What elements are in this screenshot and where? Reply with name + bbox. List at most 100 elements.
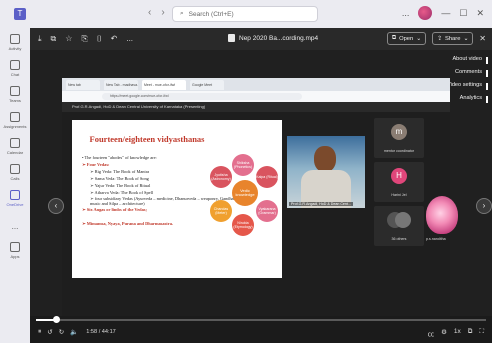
phone-icon	[10, 164, 20, 174]
share-button[interactable]: ⇪ Share ⌄	[432, 32, 474, 45]
rail-item-teams[interactable]: Teams	[0, 86, 30, 103]
forward-10-icon[interactable]: ↻	[59, 328, 64, 336]
undo-icon[interactable]: ↶	[111, 34, 118, 44]
participant-avatar: H	[391, 168, 407, 184]
more-apps-icon: ...	[11, 222, 19, 231]
rename-icon[interactable]: ⌷	[97, 34, 102, 44]
rail-item-calendar[interactable]: Calendar	[0, 138, 30, 155]
slide-circle: Jyotisha (Astronomy)	[210, 166, 232, 188]
back-arrow-icon[interactable]: ‹	[148, 7, 161, 18]
participant-photo-flower	[426, 196, 458, 234]
player-controls: ⏸ ↺ ↻ 🔈 1:58 / 44:17	[38, 328, 116, 336]
rail-item-activity[interactable]: Activity	[0, 34, 30, 51]
item-indicator	[486, 70, 488, 77]
cloud-icon	[10, 190, 20, 200]
presenter-head	[314, 146, 336, 172]
item-indicator	[486, 57, 488, 64]
share-icon: ⇪	[437, 35, 442, 42]
menu-label: About video	[452, 56, 482, 62]
open-label: Open	[399, 35, 414, 42]
slide-bullet: • The fourteen "abodes" of knowledge are…	[82, 155, 157, 160]
participant-avatar	[395, 212, 411, 228]
item-indicator	[486, 96, 488, 103]
copy-link-icon[interactable]: ⧉	[51, 34, 57, 44]
teams-icon	[10, 86, 20, 96]
rail-label: OneDrive	[6, 202, 24, 207]
about-video-item[interactable]: About video	[428, 56, 488, 69]
slide-center-circle: Vedic knowledge	[232, 180, 258, 206]
previous-arrow-button[interactable]: ‹	[48, 198, 64, 214]
pip-icon[interactable]: ⧉	[468, 328, 473, 338]
download-icon[interactable]: ⤓	[38, 34, 42, 44]
history-nav: ‹›	[148, 7, 175, 18]
video-viewer: ⤓ ⧉ ☆ ⎘ ⌷ ↶ ... Nep 2020 Ba...cording.mp…	[30, 28, 492, 343]
app-rail: Activity Chat Teams Assignments Calendar…	[0, 28, 30, 343]
rail-item-onedrive[interactable]: OneDrive	[0, 190, 30, 207]
browser-tab: New tab	[66, 79, 100, 90]
rail-label: Calls	[10, 176, 20, 181]
slide-title: Fourteen/eighteen vidyasthanas	[89, 134, 205, 144]
player-bar: ⏸ ↺ ↻ 🔈 1:58 / 44:17 ㏄ ⚙ 1x ⧉ ⛶	[30, 316, 492, 343]
rail-label: Assignments	[3, 124, 27, 129]
title-bar: T ‹› ⌕ Search (Ctrl+E) ... — ☐ ✕	[0, 0, 492, 28]
rail-item-more[interactable]: ...	[0, 220, 30, 231]
viewer-actions: ⧉ Open ⌄ ⇪ Share ⌄ ✕	[386, 32, 486, 45]
slide-circle: Vyakarana (Grammar)	[256, 200, 278, 222]
chevron-down-icon: ⌄	[416, 35, 422, 42]
slide-circle: Shiksha (Phonetics)	[232, 154, 254, 176]
slide-bullet: ➢ Atharva Veda: The Book of Spell	[90, 190, 154, 195]
rewind-10-icon[interactable]: ↺	[47, 328, 52, 336]
minimize-button[interactable]: —	[441, 8, 450, 18]
browser-tabs: New tab New Tab - madhava.shuk... Meet -…	[62, 78, 450, 91]
open-in-new-icon[interactable]: ⎘	[81, 34, 87, 44]
search-box[interactable]: ⌕ Search (Ctrl+E)	[172, 6, 318, 22]
favorite-star-icon[interactable]: ☆	[65, 34, 72, 44]
teams-window: T ‹› ⌕ Search (Ctrl+E) ... — ☐ ✕ Activit…	[0, 0, 492, 343]
settings-icon[interactable]: ⚙	[441, 328, 447, 338]
presentation-slide: Fourteen/eighteen vidyasthanas • The fou…	[72, 120, 282, 278]
captions-icon[interactable]: ㏄	[428, 328, 435, 338]
rail-item-calls[interactable]: Calls	[0, 164, 30, 181]
rail-item-assignments[interactable]: Assignments	[0, 112, 30, 129]
viewer-file-title: Nep 2020 Ba...cording.mp4	[228, 34, 318, 42]
rail-item-apps[interactable]: Apps	[0, 242, 30, 259]
close-window-button[interactable]: ✕	[476, 8, 484, 19]
camera-name: Prof.G.R.Angadi, HoD & Dean Cent...	[289, 202, 353, 206]
profile-avatar[interactable]	[418, 6, 433, 20]
rail-label: Chat	[10, 72, 20, 77]
seek-bar[interactable]	[36, 316, 486, 323]
file-name: Nep 2020 Ba...cording.mp4	[239, 34, 319, 42]
video-file-icon	[228, 34, 235, 42]
share-label: Share	[444, 35, 461, 42]
participant-name: 36 others	[391, 237, 407, 241]
meet-stage: Fourteen/eighteen vidyasthanas • The fou…	[62, 112, 450, 317]
pause-icon[interactable]: ⏸	[38, 328, 41, 336]
participant-tile: 36 others	[374, 206, 424, 246]
rail-label: Apps	[10, 254, 20, 259]
slide-circle: Kalpa (Ritual)	[256, 166, 278, 188]
fullscreen-icon[interactable]: ⛶	[479, 328, 484, 338]
title-bar-controls: ... — ☐ ✕	[402, 6, 484, 20]
open-button[interactable]: ⧉ Open ⌄	[386, 32, 427, 45]
chevron-down-icon: ⌄	[463, 35, 469, 42]
more-options-button[interactable]: ...	[402, 8, 410, 18]
slide-bullet: ➢ Mimamsa, Nyaya, Purana and Dharmasastr…	[82, 221, 174, 226]
participant-name: Harini JeI	[391, 193, 407, 197]
viewer-tools: ⤓ ⧉ ☆ ⎘ ⌷ ↶ ...	[38, 34, 133, 44]
maximize-button[interactable]: ☐	[459, 8, 467, 19]
next-arrow-button[interactable]: ›	[476, 198, 492, 214]
search-placeholder: Search (Ctrl+E)	[188, 10, 234, 18]
apps-icon	[10, 242, 20, 252]
browser-tab-active: Meet - mue-ofor-ifwl	[142, 79, 186, 90]
player-right-controls: ㏄ ⚙ 1x ⧉ ⛶	[428, 328, 484, 338]
volume-icon[interactable]: 🔈	[70, 328, 78, 336]
recording-frame: New tab New Tab - madhava.shuk... Meet -…	[62, 78, 450, 343]
browser-url: https://meet.google.com/mue-ofor-ifwl	[102, 93, 302, 100]
rail-item-chat[interactable]: Chat	[0, 60, 30, 77]
toolbar-more[interactable]: ...	[126, 34, 133, 44]
viewer-close-button[interactable]: ✕	[479, 34, 486, 43]
participant-tile: m mentor coordinator	[374, 118, 424, 158]
speed-icon[interactable]: 1x	[454, 328, 461, 338]
seek-handle[interactable]	[53, 316, 61, 323]
presenting-banner: Prof.G.R.Angadi, HoD & Dean Central Univ…	[62, 102, 450, 112]
